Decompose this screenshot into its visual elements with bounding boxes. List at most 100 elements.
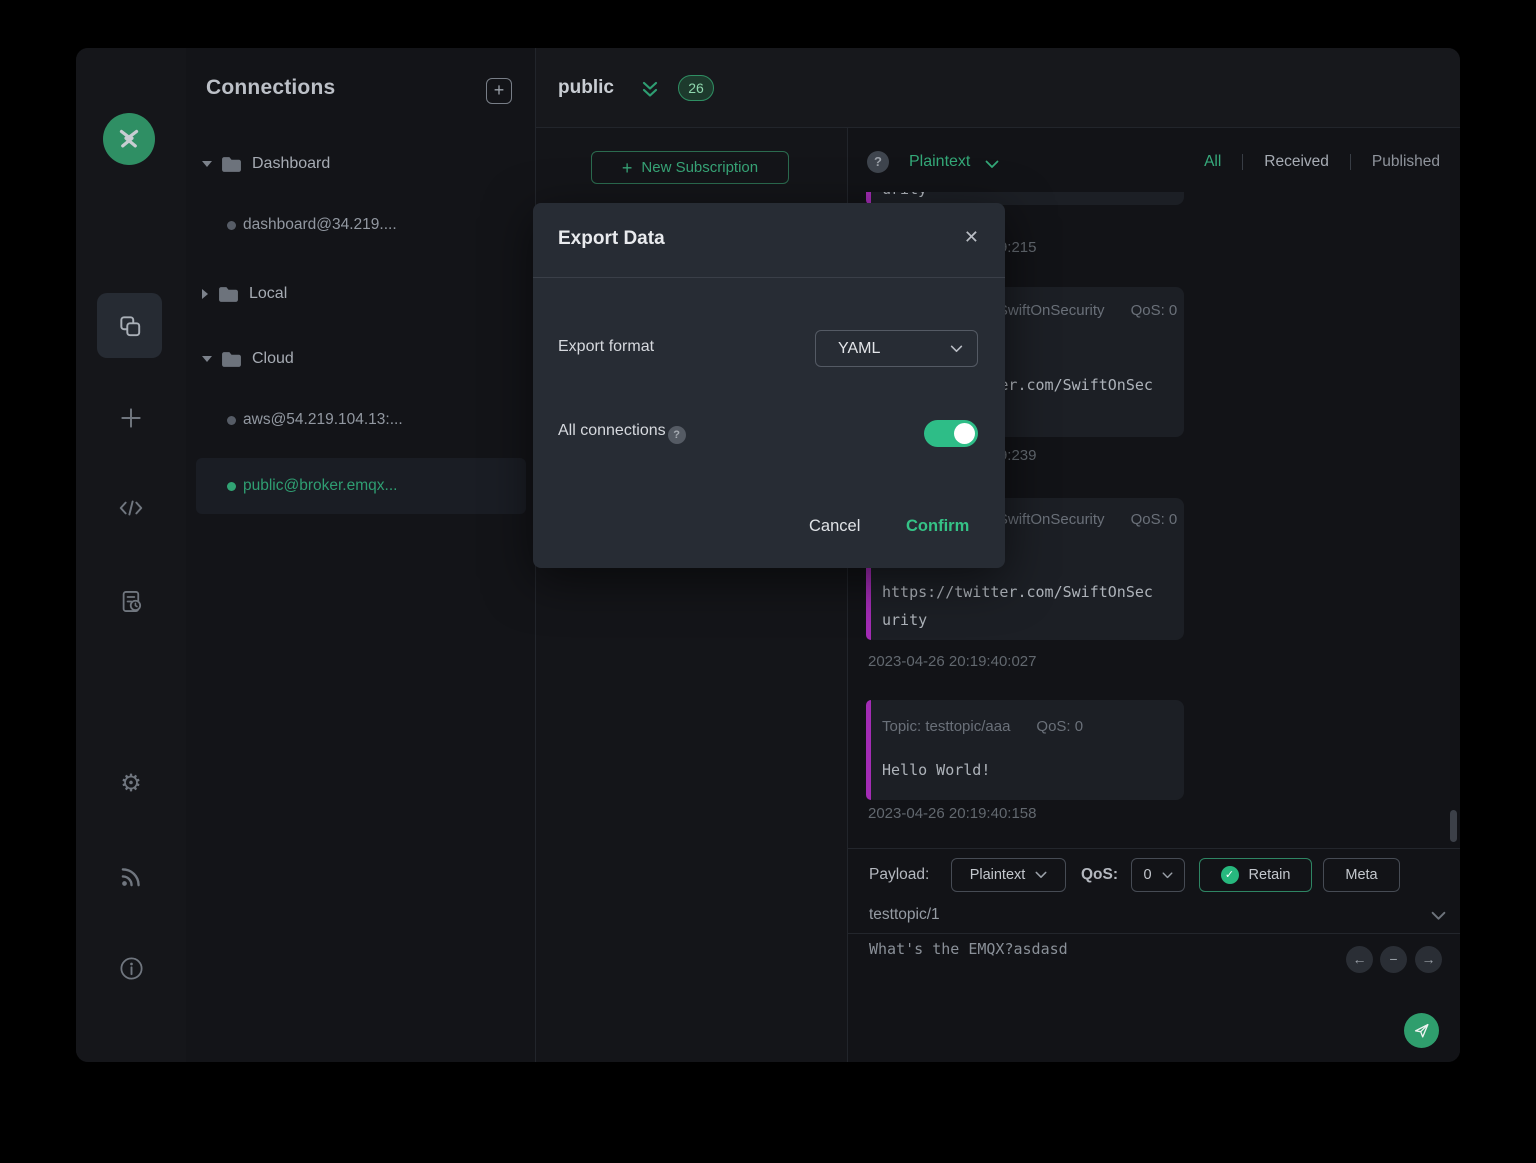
chevron-down-icon: [950, 345, 963, 353]
divider: [533, 277, 1005, 278]
connection-item-aws[interactable]: aws@54.219.104.13:...: [186, 400, 535, 440]
help-icon[interactable]: ?: [668, 426, 686, 444]
meta-button[interactable]: Meta: [1323, 858, 1400, 892]
mqttx-logo-icon: [114, 124, 144, 154]
payload-label: Payload:: [869, 866, 929, 884]
tab-divider: [1350, 154, 1351, 170]
chevron-down-icon: [1162, 872, 1173, 879]
history-next-button[interactable]: →: [1415, 946, 1442, 973]
sidebar-title: Connections: [206, 76, 335, 100]
tab-all[interactable]: All: [1204, 153, 1221, 171]
confirm-button[interactable]: Confirm: [906, 517, 969, 536]
close-icon[interactable]: ✕: [964, 227, 979, 248]
rail-item-broadcast[interactable]: [76, 864, 186, 890]
all-connections-text: All connections: [558, 422, 666, 439]
message-qos: QoS: 0: [1131, 302, 1178, 319]
message-count-badge: 26: [678, 75, 714, 101]
rail-item-new-connection[interactable]: [76, 405, 186, 431]
topic-input[interactable]: testtopic/1: [869, 906, 940, 924]
status-dot-offline: [227, 416, 236, 425]
folder-icon: [218, 286, 239, 303]
rail-item-log[interactable]: [76, 588, 186, 615]
publish-format-value: Plaintext: [970, 867, 1026, 883]
connection-label: aws@54.219.104.13:...: [243, 411, 403, 429]
message-qos: QoS: 0: [1131, 511, 1178, 528]
status-dot-offline: [227, 221, 236, 230]
export-format-value: YAML: [838, 340, 880, 358]
folder-icon: [221, 351, 242, 368]
tab-received[interactable]: Received: [1264, 153, 1329, 171]
folder-label: Local: [249, 285, 287, 303]
connections-sidebar: Connections + Dashboard dashboard@34.219…: [186, 48, 536, 1062]
scrollbar-thumb[interactable]: [1450, 810, 1457, 842]
folder-icon: [221, 156, 242, 173]
folder-cloud[interactable]: Cloud: [186, 339, 535, 379]
folder-dashboard[interactable]: Dashboard: [186, 144, 535, 184]
rss-icon: [118, 864, 144, 890]
help-icon[interactable]: ?: [867, 151, 889, 173]
connections-icon: [117, 313, 143, 339]
caret-right-icon: [202, 289, 208, 299]
message-qos: QoS: 0: [1036, 718, 1083, 735]
new-connection-button[interactable]: +: [486, 78, 512, 104]
message-timestamp: 2023-04-26 20:19:40:027: [868, 653, 1036, 670]
chevron-down-icon[interactable]: [1431, 911, 1446, 921]
cancel-button[interactable]: Cancel: [809, 517, 860, 536]
message-body: https://twitter.com/SwiftOnSecurity: [882, 578, 1158, 634]
message-topic: Topic: testtopic/aaa: [882, 718, 1010, 735]
divider: [848, 933, 1460, 934]
arrow-right-icon: →: [1422, 951, 1436, 967]
qos-label: QoS:: [1081, 866, 1118, 884]
history-prev-button[interactable]: ←: [1346, 946, 1373, 973]
export-data-modal: Export Data ✕ Export format YAML All con…: [533, 203, 1005, 568]
rail-item-settings[interactable]: ⚙: [76, 772, 186, 796]
connection-item-dashboard[interactable]: dashboard@34.219....: [186, 205, 535, 245]
message-timestamp: 2023-04-26 20:19:40:158: [868, 805, 1036, 822]
message-body: https://twitter.com/SwiftOnSecurity: [882, 192, 1158, 203]
caret-down-icon: [202, 161, 212, 167]
rail-item-connections[interactable]: [97, 293, 162, 358]
connection-header: public 26 •••: [536, 48, 1460, 128]
paper-plane-icon: [1412, 1021, 1431, 1040]
send-button[interactable]: [1404, 1013, 1439, 1048]
retain-label: Retain: [1249, 867, 1291, 883]
chevron-down-icon: [1035, 871, 1047, 879]
folder-label: Dashboard: [252, 155, 330, 173]
retain-toggle-button[interactable]: ✓ Retain: [1199, 858, 1312, 892]
app-logo: [103, 113, 155, 165]
all-connections-label: All connections?: [558, 422, 686, 444]
message-card[interactable]: Topic: testtopic/aaaQoS: 0 Hello World!: [866, 700, 1184, 800]
log-history-icon: [118, 588, 145, 615]
export-format-select[interactable]: YAML: [815, 330, 978, 367]
double-chevron-down-icon[interactable]: [638, 78, 662, 102]
app-window: ⚙ Connections + Dashboard: [76, 48, 1460, 1062]
qos-select[interactable]: 0: [1131, 858, 1185, 892]
history-clear-button[interactable]: −: [1380, 946, 1407, 973]
message-editor[interactable]: What's the EMQX?asdasd: [869, 940, 1068, 958]
gear-icon: ⚙: [120, 772, 142, 796]
nav-rail: ⚙: [76, 48, 186, 1062]
all-connections-toggle[interactable]: [924, 420, 978, 447]
connection-item-public[interactable]: public@broker.emqx...: [186, 466, 535, 506]
new-subscription-button[interactable]: + New Subscription: [591, 151, 789, 184]
export-format-label: Export format: [558, 338, 654, 356]
plus-icon: +: [622, 159, 633, 177]
chevron-down-icon: [985, 160, 999, 169]
payload-format-dropdown[interactable]: Plaintext: [909, 153, 970, 171]
message-filter-tabs: All Received Published: [1204, 153, 1440, 171]
publish-format-select[interactable]: Plaintext: [951, 858, 1066, 892]
connection-label-selected: public@broker.emqx...: [243, 477, 397, 495]
tab-published[interactable]: Published: [1372, 153, 1440, 171]
rail-item-script[interactable]: [76, 495, 186, 521]
folder-local[interactable]: Local: [186, 274, 535, 314]
tab-divider: [1242, 154, 1243, 170]
connection-title: public: [558, 77, 614, 99]
plus-icon: [118, 405, 144, 431]
folder-label: Cloud: [252, 350, 294, 368]
caret-down-icon: [202, 356, 212, 362]
rail-item-about[interactable]: [76, 955, 186, 982]
code-icon: [117, 495, 145, 521]
messages-header: ? Plaintext All Received Published: [848, 128, 1460, 192]
status-dot-online: [227, 482, 236, 491]
qos-value: 0: [1143, 867, 1151, 883]
